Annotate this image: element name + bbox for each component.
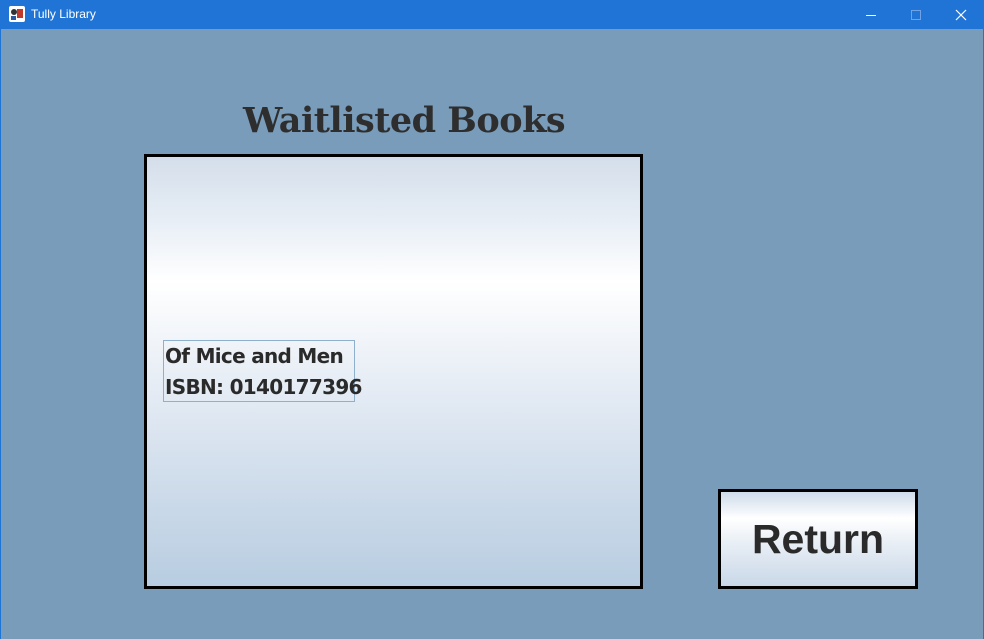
list-item[interactable]: Of Mice and Men ISBN: 0140177396 — [163, 340, 362, 402]
page-title: Waitlisted Books — [243, 100, 566, 141]
close-icon — [955, 9, 967, 20]
book-isbn: ISBN: 0140177396 — [165, 375, 362, 399]
window-border-left — [0, 29, 1, 639]
close-button[interactable] — [938, 0, 984, 29]
return-button[interactable]: Return — [718, 489, 918, 589]
book-title: Of Mice and Men — [165, 344, 344, 368]
maximize-button[interactable] — [893, 0, 939, 29]
waitlist-panel[interactable]: Of Mice and Men ISBN: 0140177396 — [144, 154, 643, 589]
window-titlebar[interactable]: Tully Library — [0, 0, 984, 29]
library-app-icon — [8, 5, 26, 23]
minimize-icon — [866, 14, 876, 16]
minimize-button[interactable] — [848, 0, 894, 29]
window-title: Tully Library — [31, 7, 96, 21]
maximize-icon — [911, 9, 921, 20]
